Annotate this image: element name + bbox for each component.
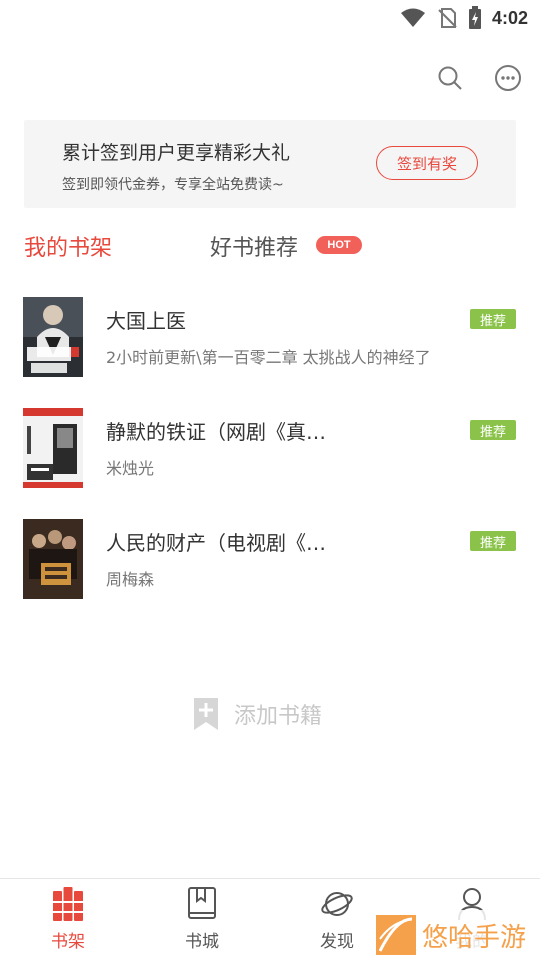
- wifi-icon: [400, 8, 425, 27]
- nav-label: 发现: [320, 932, 354, 952]
- more-icon: [495, 65, 521, 91]
- search-icon: [438, 66, 462, 90]
- hot-badge: HOT: [316, 236, 362, 254]
- book-author: 周梅森: [106, 570, 155, 589]
- tab-my-bookshelf[interactable]: 我的书架: [24, 230, 112, 262]
- signin-reward-button[interactable]: 签到有奖: [376, 146, 478, 180]
- book-title: 静默的铁证（网剧《真…: [106, 420, 326, 444]
- nav-bookstore[interactable]: 书城: [162, 887, 242, 957]
- add-book-icon: [194, 698, 218, 730]
- clock: 4:02: [491, 7, 528, 28]
- recommend-tag: 推荐: [470, 531, 516, 551]
- battery-charging-icon: [468, 6, 481, 29]
- book-author: 米烛光: [106, 459, 155, 478]
- add-books-label: 添加书籍: [234, 704, 323, 729]
- banner-subtitle: 签到即领代金券，专享全站免费读~: [62, 177, 284, 193]
- book-icon: [188, 887, 216, 919]
- no-sim-icon: [438, 8, 457, 28]
- book-cover: [23, 408, 83, 488]
- book-title: 人民的财产（电视剧《…: [106, 531, 326, 555]
- add-books-button[interactable]: 添加书籍: [192, 698, 322, 730]
- more-button[interactable]: [492, 62, 524, 94]
- tab-recommended-books[interactable]: 好书推荐: [210, 230, 298, 262]
- status-bar: 4:02: [0, 0, 540, 36]
- book-cover: [23, 519, 83, 599]
- nav-bookshelf[interactable]: 书架: [28, 887, 108, 957]
- top-actions: [434, 62, 524, 94]
- recommend-tag: 推荐: [470, 420, 516, 440]
- nav-discover[interactable]: 发现: [297, 887, 377, 957]
- book-title: 大国上医: [106, 309, 186, 333]
- book-item[interactable]: 人民的财产（电视剧《… 周梅森 推荐: [0, 519, 540, 599]
- nav-label: 书架: [51, 932, 85, 952]
- book-update-info: 2小时前更新\第一百零二章 太挑战人的神经了: [106, 348, 431, 367]
- book-item[interactable]: 静默的铁证（网剧《真… 米烛光 推荐: [0, 408, 540, 488]
- recommend-tag: 推荐: [470, 309, 516, 329]
- banner-title: 累计签到用户更享精彩大礼: [62, 142, 291, 164]
- watermark-logo-icon: [376, 915, 416, 955]
- search-button[interactable]: [434, 62, 466, 94]
- book-item[interactable]: 大国上医 2小时前更新\第一百零二章 太挑战人的神经了 推荐: [0, 297, 540, 377]
- planet-icon: [321, 892, 353, 916]
- watermark: 悠哈手游: [372, 910, 540, 960]
- signin-banner[interactable]: 累计签到用户更享精彩大礼 签到即领代金券，专享全站免费读~ 签到有奖: [24, 120, 516, 208]
- watermark-text: 悠哈手游: [422, 922, 527, 953]
- nav-label: 书城: [185, 932, 219, 952]
- book-cover: [23, 297, 83, 377]
- bookshelf-icon: [53, 887, 83, 921]
